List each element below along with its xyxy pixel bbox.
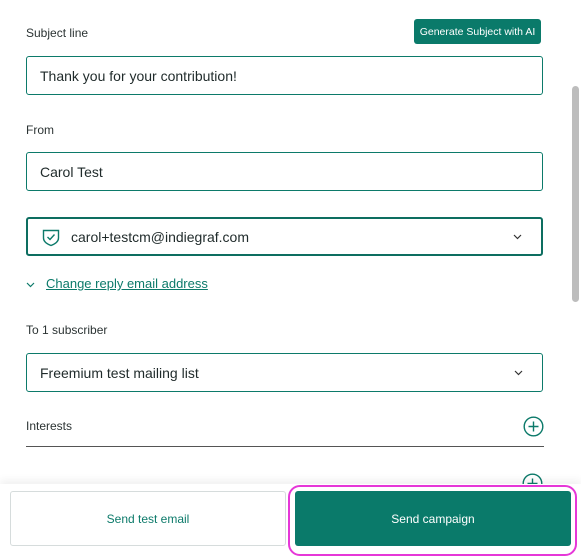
- send-campaign-button[interactable]: Send campaign: [295, 491, 571, 546]
- chevron-down-icon: [26, 276, 35, 291]
- subject-label: Subject line: [26, 26, 89, 40]
- recipients-label: To 1 subscriber: [26, 323, 108, 337]
- mailing-list-value: Freemium test mailing list: [40, 364, 199, 381]
- change-reply-email-label: Change reply email address: [46, 276, 208, 291]
- campaign-send-form: Subject line Generate Subject with AI Th…: [0, 0, 581, 558]
- from-label: From: [26, 123, 54, 137]
- chevron-down-icon: [514, 368, 523, 377]
- from-email-select[interactable]: carol+testcm@indiegraf.com: [26, 217, 543, 256]
- subject-input-value: Thank you for your contribution!: [40, 67, 237, 84]
- interests-label: Interests: [26, 419, 73, 433]
- change-reply-email-link[interactable]: Change reply email address: [26, 276, 208, 291]
- from-email-value: carol+testcm@indiegraf.com: [71, 228, 250, 245]
- mailing-list-select[interactable]: Freemium test mailing list: [26, 353, 543, 392]
- generate-subject-button[interactable]: Generate Subject with AI: [414, 19, 541, 44]
- from-name-input[interactable]: Carol Test: [26, 152, 543, 191]
- plus-circle-icon[interactable]: [523, 415, 544, 437]
- scrollbar-thumb[interactable]: [572, 86, 579, 302]
- subject-input[interactable]: Thank you for your contribution!: [26, 56, 543, 95]
- chevron-down-icon: [513, 232, 522, 241]
- send-test-email-button[interactable]: Send test email: [10, 491, 286, 546]
- interests-row: Interests: [26, 414, 544, 447]
- from-name-value: Carol Test: [40, 163, 103, 180]
- shield-check-icon: [41, 227, 61, 247]
